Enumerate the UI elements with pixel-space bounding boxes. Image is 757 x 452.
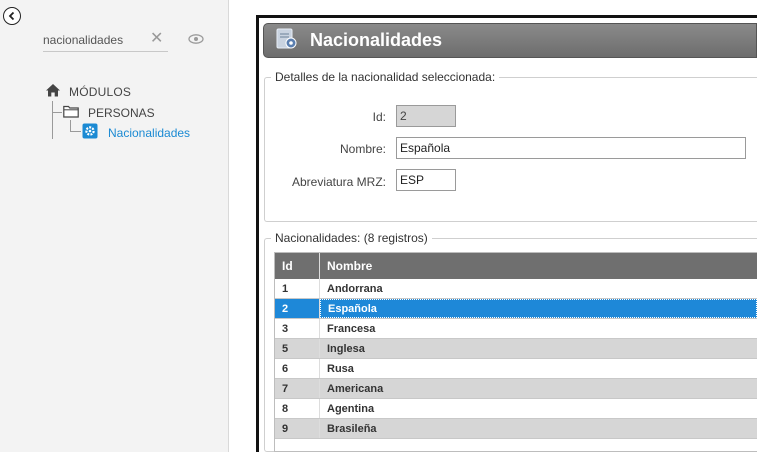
page-title: Nacionalidades	[310, 30, 443, 50]
table-row[interactable]: 8 Agentina	[275, 399, 757, 419]
cell-id: 3	[275, 319, 320, 338]
id-field	[396, 105, 456, 127]
back-arrow-icon[interactable]	[3, 7, 21, 25]
mrz-field[interactable]	[396, 169, 456, 191]
mrz-label: Abreviatura MRZ:	[291, 175, 386, 189]
nationalities-table: Id Nombre 1 Andorrana 2 Española 3 Franc…	[274, 252, 757, 452]
cell-name: Inglesa	[327, 342, 365, 355]
cell-id: 8	[275, 399, 320, 418]
tree-connector	[70, 120, 71, 131]
cell-name: Americana	[327, 382, 384, 395]
tree-connector	[52, 101, 53, 139]
cell-id: 2	[275, 299, 320, 318]
panel-title-bar: Nacionalidades	[263, 23, 757, 58]
column-header-id[interactable]: Id	[275, 253, 320, 279]
home-icon	[45, 83, 61, 100]
folder-icon	[63, 105, 79, 121]
settings-icon	[82, 123, 98, 142]
clear-search-icon[interactable]: ✕	[150, 30, 163, 48]
cell-name: Rusa	[327, 362, 354, 375]
table-row[interactable]: 1 Andorrana	[275, 279, 757, 299]
cell-name: Andorrana	[327, 282, 383, 295]
search-input[interactable]	[43, 30, 143, 50]
tree-root-label: MÓDULOS	[69, 84, 132, 99]
name-field[interactable]	[396, 137, 746, 159]
cell-name: Brasileña	[327, 422, 377, 435]
table-row-selected[interactable]: 2 Española	[275, 299, 757, 319]
cell-name: Agentina	[327, 402, 375, 415]
cell-id: 7	[275, 379, 320, 398]
tree-item-personas[interactable]: PERSONAS	[63, 105, 155, 121]
cell-id: 6	[275, 359, 320, 378]
table-header: Id Nombre	[275, 253, 757, 279]
module-settings-icon	[276, 28, 298, 53]
tree-item-nacionalidades[interactable]: Nacionalidades	[82, 123, 190, 142]
eye-icon[interactable]	[188, 33, 204, 47]
cell-name: Española	[320, 299, 757, 318]
cell-id: 9	[275, 419, 320, 438]
sidebar: ✕ MÓDULOS PERSONAS Nacionalidades	[0, 0, 229, 452]
details-legend: Detalles de la nacionalidad seleccionada…	[271, 70, 500, 84]
table-row[interactable]: 5 Inglesa	[275, 339, 757, 359]
tree-connector	[52, 112, 62, 113]
cell-name: Francesa	[327, 322, 376, 335]
table-row[interactable]: 9 Brasileña	[275, 419, 757, 439]
name-label: Nombre:	[339, 142, 386, 156]
column-header-nombre[interactable]: Nombre	[320, 253, 757, 279]
id-label: Id:	[372, 110, 386, 124]
table-row[interactable]: 6 Rusa	[275, 359, 757, 379]
tree-connector	[70, 131, 81, 132]
cell-id: 5	[275, 339, 320, 358]
tree-item-label: PERSONAS	[88, 106, 155, 120]
table-row[interactable]: 3 Francesa	[275, 319, 757, 339]
list-legend: Nacionalidades: (8 registros)	[271, 231, 432, 245]
tree-root-modulos[interactable]: MÓDULOS	[45, 83, 131, 100]
cell-id: 1	[275, 279, 320, 298]
tree-item-label: Nacionalidades	[108, 125, 191, 140]
table-row[interactable]: 7 Americana	[275, 379, 757, 399]
